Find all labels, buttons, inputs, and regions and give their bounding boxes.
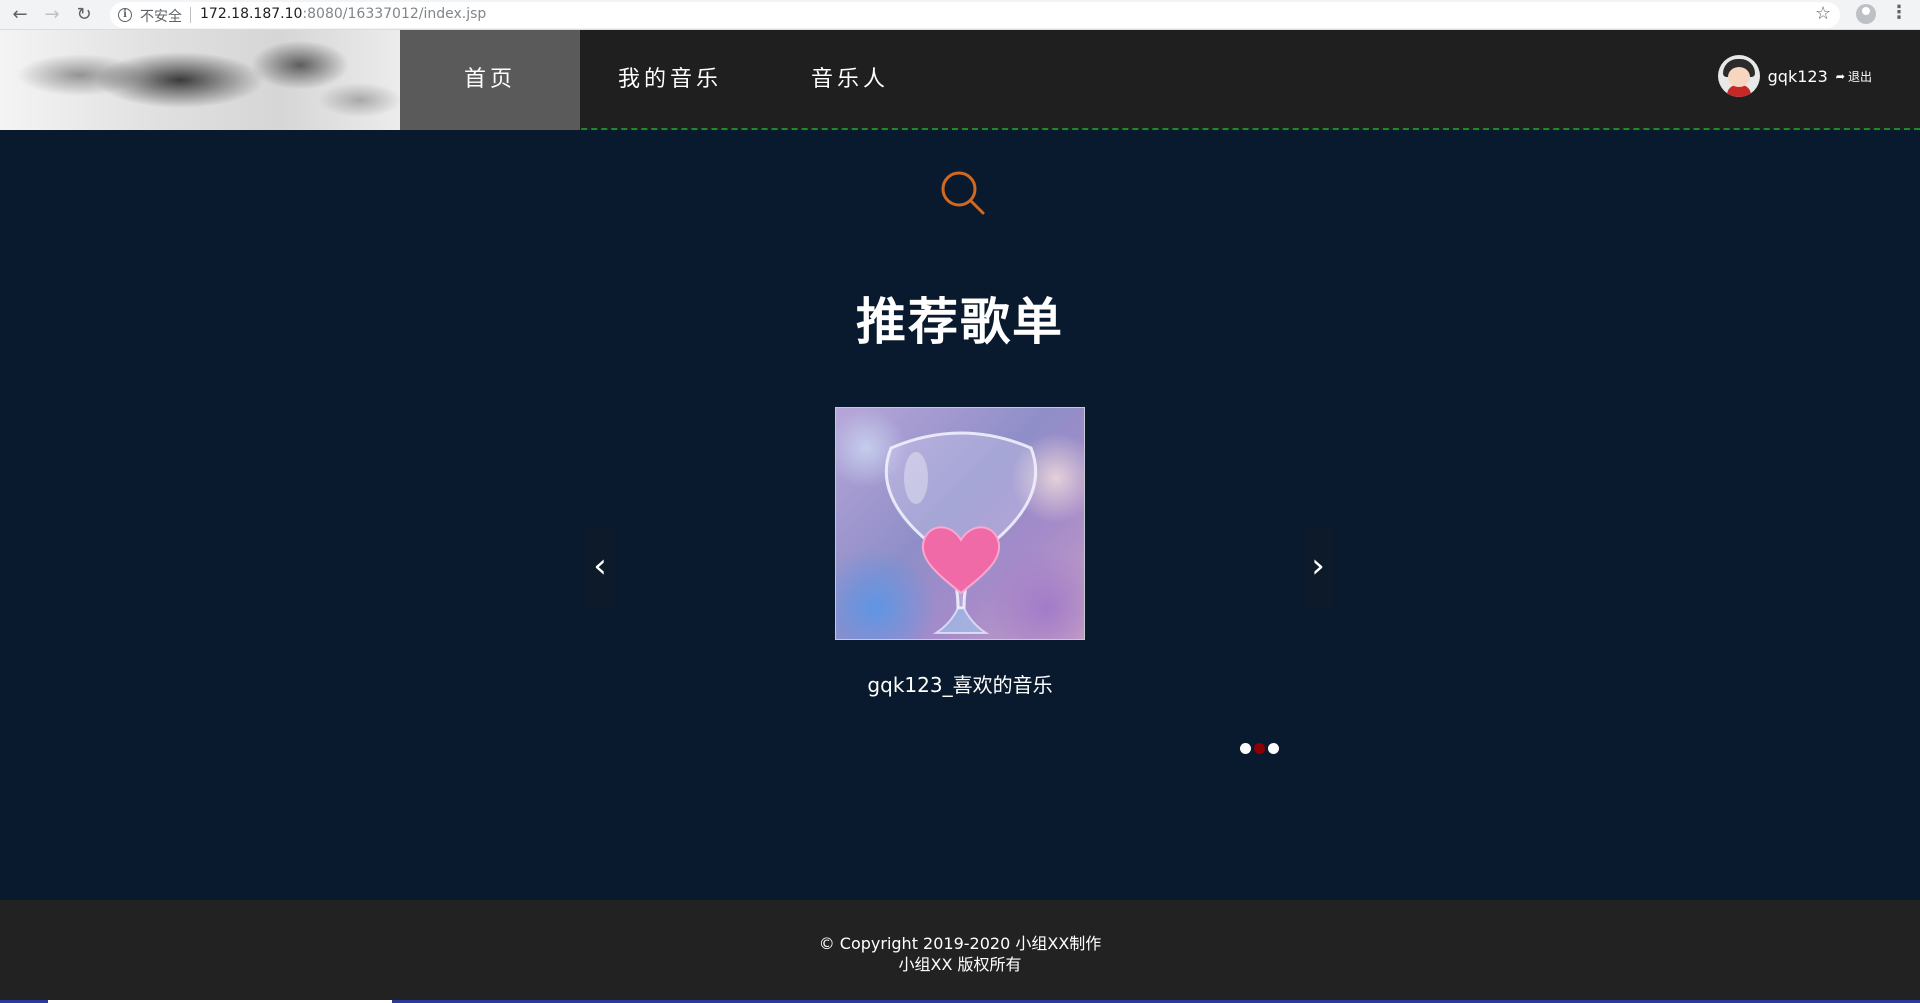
user-area: gqk123 ➦ 退出 <box>1717 54 1872 98</box>
carousel-indicators <box>1240 743 1279 754</box>
carousel-dot[interactable] <box>1268 743 1279 754</box>
site-header: 首页 我的音乐 音乐人 gqk123 ➦ 退出 <box>0 30 1920 130</box>
menu-icon[interactable]: ⋮ <box>1890 2 1908 23</box>
carousel-next-button[interactable]: › <box>1303 527 1333 607</box>
star-icon[interactable]: ☆ <box>1815 3 1831 24</box>
carousel-dot[interactable] <box>1240 743 1251 754</box>
playlist-carousel: ‹ gqk123_喜欢的音乐 › <box>585 407 1335 737</box>
playlist-caption[interactable]: gqk123_喜欢的音乐 <box>585 669 1335 698</box>
playlist-cover[interactable] <box>835 407 1085 640</box>
site-footer: © Copyright 2019-2020 小组XX制作 小组XX 版权所有 <box>0 900 1920 1000</box>
avatar[interactable] <box>1717 55 1760 97</box>
username[interactable]: gqk123 <box>1768 67 1828 86</box>
main-content: 推荐歌单 ‹ gqk123_喜欢的音乐 › <box>0 132 1920 900</box>
info-icon[interactable]: i <box>118 8 132 22</box>
carousel-prev-button[interactable]: ‹ <box>585 527 615 607</box>
url-text[interactable]: 172.18.187.10:8080/16337012/index.jsp <box>200 6 486 22</box>
nav-item-home[interactable]: 首页 <box>400 30 580 130</box>
back-icon[interactable]: ← <box>8 3 32 27</box>
hourglass-heart-image <box>884 431 1038 634</box>
address-bar[interactable]: i 不安全 172.18.187.10:8080/16337012/index.… <box>110 2 1840 28</box>
logout-label: 退出 <box>1847 69 1872 84</box>
nav-item-my-music[interactable]: 我的音乐 <box>580 30 760 130</box>
main-nav: 首页 我的音乐 音乐人 <box>400 30 940 130</box>
rights-text: 小组XX 版权所有 <box>898 955 1022 974</box>
logout-link[interactable]: ➦ 退出 <box>1836 68 1872 85</box>
browser-toolbar: ← → ↻ i 不安全 172.18.187.10:8080/16337012/… <box>0 0 1920 30</box>
forward-icon[interactable]: → <box>40 3 64 27</box>
carousel-dot-active[interactable] <box>1254 743 1265 754</box>
nav-item-musicians[interactable]: 音乐人 <box>760 30 940 130</box>
profile-icon[interactable] <box>1856 4 1876 24</box>
reload-icon[interactable]: ↻ <box>72 3 96 27</box>
insecure-label: 不安全 <box>140 9 182 25</box>
site-logo[interactable] <box>0 30 400 130</box>
section-title: 推荐歌单 <box>856 293 1064 351</box>
address-separator <box>190 7 191 23</box>
logout-icon: ➦ <box>1835 69 1845 83</box>
search-icon[interactable] <box>940 170 986 216</box>
